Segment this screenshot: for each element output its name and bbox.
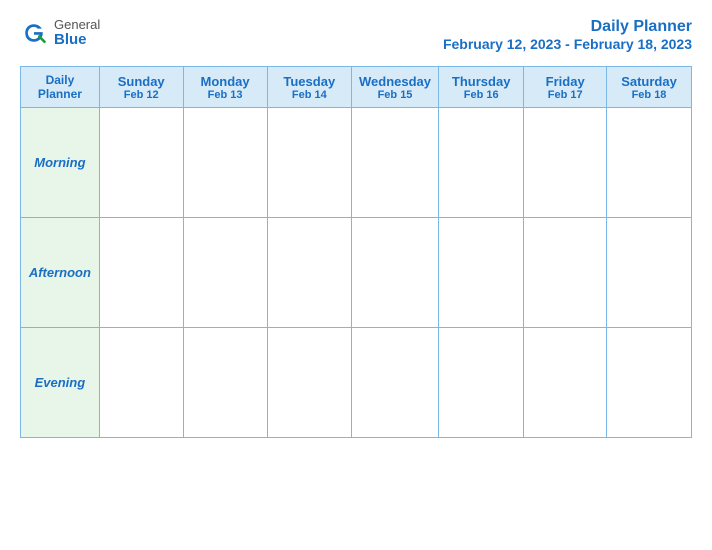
evening-friday-cell[interactable] <box>524 328 607 438</box>
wednesday-name: Wednesday <box>356 74 434 89</box>
planner-title: Daily Planner <box>443 18 692 36</box>
thursday-name: Thursday <box>443 74 519 89</box>
evening-saturday-cell[interactable] <box>607 328 692 438</box>
sunday-date: Feb 12 <box>104 89 179 101</box>
tuesday-name: Tuesday <box>272 74 347 89</box>
friday-name: Friday <box>528 74 602 89</box>
morning-wednesday-cell[interactable] <box>351 108 438 218</box>
evening-monday-cell[interactable] <box>183 328 267 438</box>
page-header: General Blue Daily Planner February 12, … <box>20 18 692 52</box>
afternoon-label-cell: Afternoon <box>21 218 100 328</box>
wednesday-date: Feb 15 <box>356 89 434 101</box>
morning-friday-cell[interactable] <box>524 108 607 218</box>
afternoon-thursday-cell[interactable] <box>439 218 524 328</box>
header-sunday: Sunday Feb 12 <box>99 67 183 108</box>
monday-date: Feb 13 <box>188 89 263 101</box>
header-monday: Monday Feb 13 <box>183 67 267 108</box>
header-thursday: Thursday Feb 16 <box>439 67 524 108</box>
col-label-daily: Daily <box>25 73 95 87</box>
evening-sunday-cell[interactable] <box>99 328 183 438</box>
evening-label: Evening <box>35 375 86 390</box>
header-label-col: Daily Planner <box>21 67 100 108</box>
logo-area: General Blue <box>20 18 100 49</box>
logo-general-text: General <box>54 18 100 32</box>
saturday-date: Feb 18 <box>611 89 687 101</box>
afternoon-sunday-cell[interactable] <box>99 218 183 328</box>
logo-text: General Blue <box>54 18 100 49</box>
calendar-table: Daily Planner Sunday Feb 12 Monday Feb 1… <box>20 66 692 438</box>
morning-saturday-cell[interactable] <box>607 108 692 218</box>
evening-thursday-cell[interactable] <box>439 328 524 438</box>
afternoon-saturday-cell[interactable] <box>607 218 692 328</box>
saturday-name: Saturday <box>611 74 687 89</box>
title-area: Daily Planner February 12, 2023 - Februa… <box>443 18 692 52</box>
evening-tuesday-cell[interactable] <box>267 328 351 438</box>
evening-label-cell: Evening <box>21 328 100 438</box>
afternoon-label: Afternoon <box>29 265 91 280</box>
morning-tuesday-cell[interactable] <box>267 108 351 218</box>
morning-label: Morning <box>34 155 85 170</box>
afternoon-monday-cell[interactable] <box>183 218 267 328</box>
header-saturday: Saturday Feb 18 <box>607 67 692 108</box>
evening-row: Evening <box>21 328 692 438</box>
thursday-date: Feb 16 <box>443 89 519 101</box>
monday-name: Monday <box>188 74 263 89</box>
morning-monday-cell[interactable] <box>183 108 267 218</box>
header-tuesday: Tuesday Feb 14 <box>267 67 351 108</box>
sunday-name: Sunday <box>104 74 179 89</box>
header-wednesday: Wednesday Feb 15 <box>351 67 438 108</box>
tuesday-date: Feb 14 <box>272 89 347 101</box>
afternoon-wednesday-cell[interactable] <box>351 218 438 328</box>
afternoon-tuesday-cell[interactable] <box>267 218 351 328</box>
header-row: Daily Planner Sunday Feb 12 Monday Feb 1… <box>21 67 692 108</box>
friday-date: Feb 17 <box>528 89 602 101</box>
general-blue-icon <box>20 19 48 47</box>
morning-label-cell: Morning <box>21 108 100 218</box>
morning-thursday-cell[interactable] <box>439 108 524 218</box>
afternoon-row: Afternoon <box>21 218 692 328</box>
afternoon-friday-cell[interactable] <box>524 218 607 328</box>
morning-sunday-cell[interactable] <box>99 108 183 218</box>
evening-wednesday-cell[interactable] <box>351 328 438 438</box>
logo-blue-text: Blue <box>54 32 100 49</box>
col-label-planner: Planner <box>25 87 95 101</box>
morning-row: Morning <box>21 108 692 218</box>
date-range: February 12, 2023 - February 18, 2023 <box>443 36 692 52</box>
header-friday: Friday Feb 17 <box>524 67 607 108</box>
